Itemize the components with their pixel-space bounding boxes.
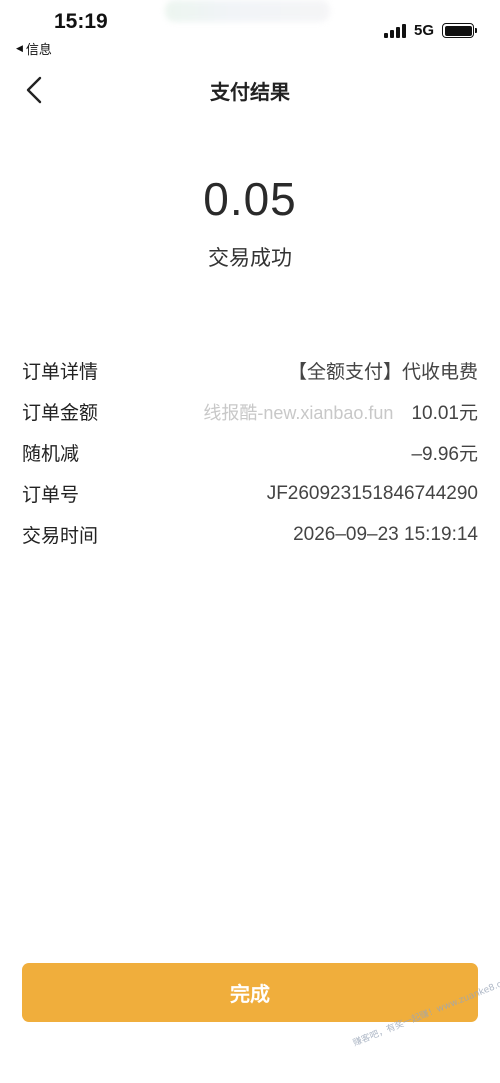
detail-label: 订单号 — [22, 484, 80, 506]
status-time: 15:19 — [54, 10, 108, 33]
detail-label: 订单详情 — [22, 361, 99, 383]
detail-value: 10.01元 — [411, 403, 478, 424]
battery-icon — [442, 23, 477, 38]
transaction-status: 交易成功 — [208, 246, 292, 270]
detail-label: 随机减 — [22, 443, 80, 465]
blurred-notification — [165, 0, 330, 22]
detail-label: 交易时间 — [22, 525, 99, 547]
detail-value: –9.96元 — [411, 444, 478, 465]
network-type: 5G — [413, 22, 434, 39]
nav-bar: 支付结果 — [0, 64, 500, 116]
back-to-app-link[interactable]: ◀ 信息 — [16, 39, 52, 58]
paid-amount: 0.05 — [203, 173, 297, 225]
order-details: 订单详情 【全额支付】代收电费 订单金额 线报酷-new.xianbao.fun… — [22, 350, 478, 555]
watermark-text: 线报酷-new.xianbao.fun — [203, 402, 394, 423]
status-indicators: 5G — [383, 22, 477, 39]
detail-value: 2026–09–23 15:19:14 — [293, 523, 478, 545]
page-title: 支付结果 — [210, 80, 290, 104]
detail-row-order-number: 订单号 JF260923151846744290 — [22, 473, 478, 514]
signal-bars-icon — [383, 23, 406, 38]
result-summary: 0.05 交易成功 — [0, 172, 500, 272]
detail-row-random-discount: 随机减 –9.96元 — [22, 432, 478, 473]
back-app-label: 信息 — [25, 43, 52, 58]
back-triangle-icon: ◀ — [16, 43, 23, 54]
detail-label: 订单金额 — [22, 402, 99, 424]
detail-value: 【全额支付】代收电费 — [287, 361, 478, 383]
payment-result-screen: 15:19 ◀ 信息 5G 支付结果 0.05 交易成功 订单详情 【全额支付】… — [0, 0, 500, 1083]
detail-value-wrap: 线报酷-new.xianbao.fun 10.01元 — [203, 398, 478, 425]
detail-value: JF260923151846744290 — [266, 482, 478, 504]
detail-row-order-info: 订单详情 【全额支付】代收电费 — [22, 350, 478, 391]
detail-row-order-amount: 订单金额 线报酷-new.xianbao.fun 10.01元 — [22, 391, 478, 432]
status-bar: 15:19 ◀ 信息 5G — [0, 0, 500, 64]
detail-row-transaction-time: 交易时间 2026–09–23 15:19:14 — [22, 514, 478, 555]
